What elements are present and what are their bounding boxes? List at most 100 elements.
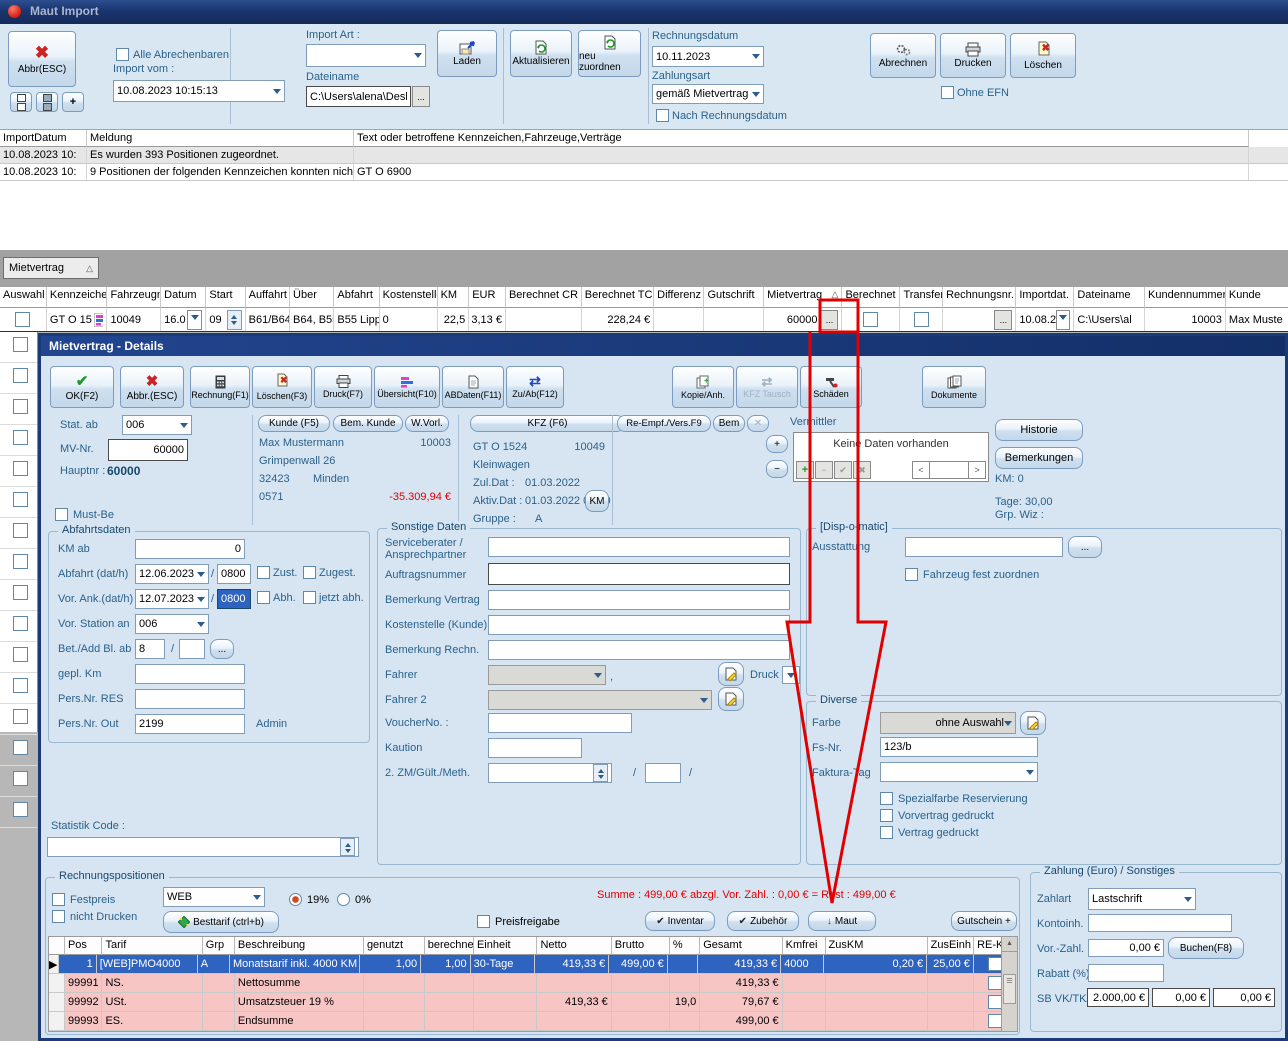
gutschein-button[interactable]: Gutschein + (951, 911, 1017, 931)
vertrag-gedruckt-checkbox[interactable] (880, 826, 893, 839)
datum-dropdown[interactable] (187, 310, 202, 330)
abfahrt-time-input[interactable]: 0800 (217, 564, 251, 584)
dateiname-input[interactable]: C:\Users\alena\Desk (306, 86, 411, 107)
mwst19-radio[interactable] (289, 893, 302, 906)
statistik-code-input[interactable] (47, 837, 359, 857)
preisfreigabe-checkbox[interactable] (477, 915, 490, 928)
pers-res-input[interactable] (135, 689, 245, 709)
rechnung-button[interactable]: Rechnung(F1) (190, 366, 250, 408)
row-select[interactable] (0, 487, 37, 518)
gepl-km-input[interactable] (135, 664, 245, 684)
drucken-button[interactable]: Drucken (940, 33, 1006, 78)
aktualisieren-button[interactable]: Aktualisieren (510, 30, 572, 77)
re-k-checkbox[interactable] (988, 1014, 1002, 1028)
zahlungsart-select[interactable]: gemäß Mietvertrag (652, 84, 764, 104)
nav-post-button[interactable]: ✔ (834, 461, 852, 479)
druck-select[interactable] (782, 666, 800, 684)
re-k-checkbox[interactable] (988, 957, 1002, 971)
column-header[interactable]: Meldung (87, 130, 354, 147)
column-header[interactable]: Über (290, 287, 334, 308)
uebersicht-button[interactable]: Übersicht(F10) (374, 366, 440, 408)
row-select[interactable] (0, 704, 37, 735)
kfz-tausch-button[interactable]: ⇄ KFZ Tausch (736, 366, 798, 408)
re-empf-button[interactable]: Re-Empf./Vers.F9 (617, 415, 711, 432)
re-k-checkbox[interactable] (988, 995, 1002, 1009)
row-select[interactable] (0, 518, 37, 549)
zust-checkbox[interactable] (257, 566, 270, 579)
column-header[interactable]: Rechnungsnr. (943, 287, 1016, 308)
position-row[interactable]: 99991 NS. Nettosumme 419,33 € (49, 974, 1017, 993)
column-header[interactable]: Auswahl (0, 287, 47, 308)
alle-abrechenbaren-checkbox[interactable] (116, 48, 129, 61)
importdat-dropdown[interactable] (1056, 310, 1070, 330)
nav-add-button[interactable]: + (796, 461, 814, 479)
besttarif-button[interactable]: Besttarif (ctrl+b) (163, 911, 279, 933)
column-header[interactable]: Kostenstelle (380, 287, 438, 308)
start-spinner[interactable] (227, 310, 242, 330)
fahrer2-select[interactable] (488, 690, 712, 710)
column-header[interactable]: Berechnet CR (506, 287, 582, 308)
row-select[interactable] (0, 549, 37, 580)
historie-button[interactable]: Historie (995, 419, 1083, 441)
dokumente-button[interactable]: Dokumente (922, 366, 986, 408)
dialog-titlebar[interactable]: Mietvertrag - Details (41, 336, 1285, 356)
row-select[interactable] (0, 735, 37, 766)
column-header[interactable]: Transfer (900, 287, 943, 308)
ok-button[interactable]: ✔OK(F2) (50, 366, 114, 408)
nach-rechnungsdatum-checkbox[interactable] (656, 109, 669, 122)
clear-button[interactable]: ✕ (747, 415, 769, 432)
dateiname-browse-button[interactable]: ... (412, 86, 430, 107)
ohne-efn-checkbox[interactable] (941, 86, 954, 99)
column-header[interactable]: Auffahrt (246, 287, 290, 308)
vor-ank-date-select[interactable]: 12.07.2023 (135, 589, 209, 609)
column-header[interactable]: Datum (161, 287, 206, 308)
rechnungsnr-lookup-button[interactable]: ... (994, 310, 1012, 330)
auftragsnummer-input[interactable] (488, 563, 790, 585)
zubehoer-button[interactable]: ✔Zubehör (727, 911, 799, 931)
column-header[interactable]: Fahrzeugnr (107, 287, 161, 308)
buchen-button[interactable]: Buchen(F8) (1168, 937, 1244, 959)
rechnungsdatum-select[interactable]: 10.11.2023 (652, 46, 764, 67)
spezialfarbe-checkbox[interactable] (880, 792, 893, 805)
ausstattung-browse-button[interactable]: ... (1068, 536, 1102, 558)
row-select[interactable] (0, 797, 37, 828)
column-header[interactable]: Gutschrift (704, 287, 764, 308)
bet-add-browse-button[interactable]: ... (210, 639, 234, 659)
column-header[interactable]: Berechnet TC (582, 287, 654, 308)
add-bl-input[interactable] (179, 639, 205, 659)
kaution-input[interactable] (488, 738, 582, 758)
column-header[interactable]: Kundennummer (1145, 287, 1226, 308)
km-button[interactable]: KM (585, 490, 609, 512)
inventar-button[interactable]: ✔Inventar (645, 911, 715, 931)
select-all-rows-button[interactable] (10, 92, 32, 112)
zm-input2[interactable] (645, 763, 681, 783)
row-select[interactable] (0, 642, 37, 673)
sb-3-input[interactable]: 0,00 € (1213, 988, 1275, 1007)
vor-station-select[interactable]: 006 (135, 614, 209, 634)
import-vom-select[interactable]: 10.08.2023 10:15:13 (113, 80, 285, 102)
abh-checkbox[interactable] (257, 591, 270, 604)
neu-zuordnen-button[interactable]: neu zuordnen (578, 30, 641, 77)
loeschen-button[interactable]: ✖ Löschen (1010, 33, 1076, 78)
bet-add-input[interactable]: 8 (135, 639, 165, 659)
abrechnen-button[interactable]: Abrechnen (870, 33, 936, 78)
row-select[interactable] (0, 580, 37, 611)
kopie-anh-button[interactable]: + Kopie/Anh. (672, 366, 734, 408)
position-row[interactable]: 99992 USt. Umsatzsteuer 19 % 419,33 € 19… (49, 993, 1017, 1012)
zugest-checkbox[interactable] (303, 566, 316, 579)
bemerkungen-button[interactable]: Bemerkungen (995, 447, 1083, 469)
w-vorl-button[interactable]: W.Vorl. (405, 415, 449, 432)
mwst0-radio[interactable] (337, 893, 350, 906)
column-header[interactable]: Abfahrt (334, 287, 379, 308)
column-header[interactable]: Dateiname (1074, 287, 1145, 308)
schaeden-button[interactable]: Schäden (800, 366, 862, 408)
sb-tk-input[interactable]: 0,00 € (1152, 988, 1210, 1007)
add-button[interactable]: + (62, 92, 84, 112)
zu-ab-button[interactable]: ⇄ Zu/Ab(F12) (506, 366, 564, 408)
abort-button[interactable]: ✖ Abbr(ESC) (8, 31, 76, 87)
bem-rechn-input[interactable] (488, 640, 790, 660)
fahrer2-edit-button[interactable] (718, 687, 744, 711)
contract-row[interactable]: GT O 15 10049 16.0 09 B61/B64 B64, B55 B… (0, 308, 1288, 332)
druck-button[interactable]: Druck(F7) (314, 366, 372, 408)
bem-button[interactable]: Bem (713, 415, 745, 432)
